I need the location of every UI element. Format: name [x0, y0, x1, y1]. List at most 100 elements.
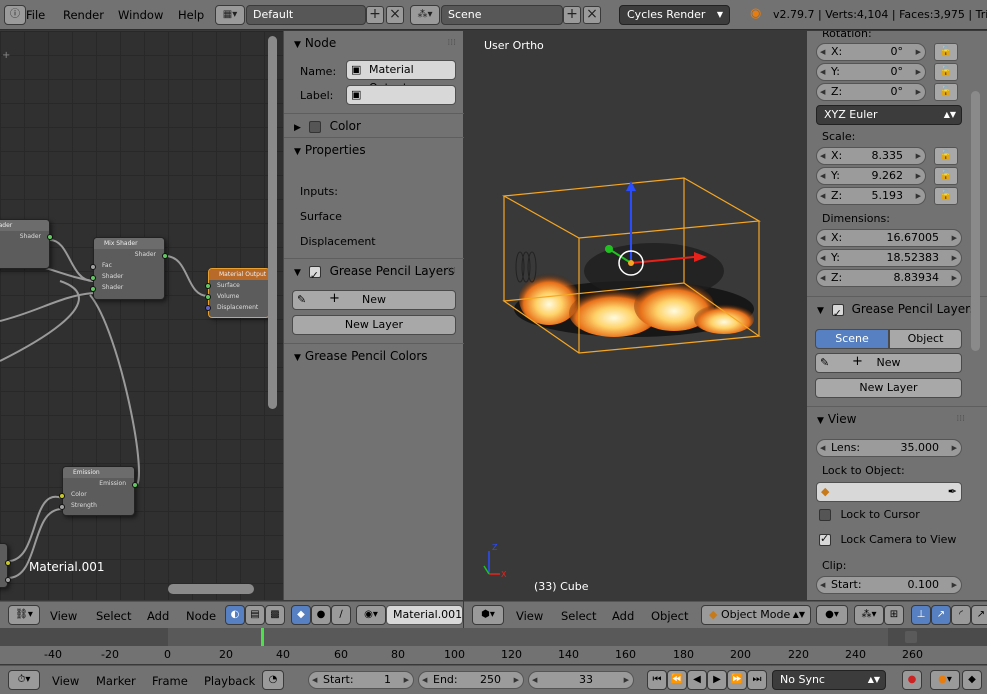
- lock-to-object-field[interactable]: ◆ ✒: [816, 482, 962, 502]
- clip-start-field[interactable]: ◀ Start: 0.100 ▶: [816, 576, 962, 594]
- scale-manipulator-icon[interactable]: ◜: [951, 605, 971, 625]
- name-field[interactable]: ▣ Material Output: [346, 60, 456, 94]
- properties-panel-header[interactable]: ▼ Properties: [284, 137, 464, 161]
- gp-new-button[interactable]: ✎ + New: [292, 290, 456, 310]
- remove-scene-button[interactable]: ×: [583, 6, 601, 24]
- menu-window[interactable]: Window: [118, 8, 163, 22]
- editor-type-icon[interactable]: ⬢▾: [472, 605, 504, 625]
- timeline-ruler[interactable]: [0, 646, 987, 664]
- menu-help[interactable]: Help: [178, 8, 204, 22]
- jump-start-icon[interactable]: ⏮: [647, 670, 667, 690]
- start-frame-field[interactable]: ◀ Start: 1 ▶: [308, 671, 414, 689]
- viewport-shading-icon[interactable]: ●▾: [816, 605, 848, 625]
- lock-icon[interactable]: 🔓: [934, 187, 958, 205]
- node-material-output[interactable]: Material Output Surface Volume Displacem…: [205, 268, 270, 318]
- render-engine-dropdown[interactable]: Cycles Render ▼: [619, 5, 730, 25]
- gp-layers-panel-header[interactable]: ▼ Grease Pencil Layers ⁞⁞⁞: [284, 258, 464, 288]
- vertical-scrollbar[interactable]: [971, 91, 980, 351]
- dimensions-y-field[interactable]: ◀ Y: 18.52383 ▶: [816, 249, 962, 267]
- gp-layers-panel-header[interactable]: ▼ Grease Pencil Layers: [807, 296, 987, 326]
- socket-output[interactable]: [5, 577, 11, 583]
- eyedropper-icon[interactable]: ✒: [948, 483, 957, 501]
- lock-to-cursor-row[interactable]: Lock to Cursor: [819, 508, 920, 521]
- menu-object[interactable]: Object: [651, 609, 688, 623]
- lock-to-cursor-checkbox[interactable]: [819, 509, 831, 521]
- scale-x-field[interactable]: ◀ X: 8.335 ▶: [816, 147, 926, 165]
- node-editor[interactable]: Shader Shader Mix Shader Shader Fac Shad…: [0, 31, 283, 600]
- keying-icon[interactable]: ●▾: [930, 670, 960, 690]
- dimensions-x-field[interactable]: ◀ X: 16.67005 ▶: [816, 229, 962, 247]
- rotate-manipulator-icon[interactable]: ↗: [931, 605, 951, 625]
- lens-field[interactable]: ◀ Lens: 35.000 ▶: [816, 439, 962, 457]
- transform-orientation-icon[interactable]: ↗: [971, 605, 987, 625]
- new-layer-button[interactable]: New Layer: [292, 315, 456, 335]
- world-shader-icon[interactable]: ●: [311, 605, 331, 625]
- menu-file[interactable]: File: [26, 8, 45, 22]
- color-checkbox[interactable]: [308, 120, 321, 133]
- sync-mode-dropdown[interactable]: No Sync ▲▼: [772, 670, 886, 690]
- gp-layers-checkbox[interactable]: [831, 302, 844, 326]
- add-layout-button[interactable]: +: [366, 6, 384, 24]
- socket-output[interactable]: [5, 560, 11, 566]
- dimensions-z-field[interactable]: ◀ Z: 8.83934 ▶: [816, 269, 962, 287]
- 3d-viewport[interactable]: User Ortho Z X (33) Cube: [464, 31, 807, 600]
- gp-layers-checkbox[interactable]: [308, 264, 321, 288]
- jump-keyframe-forward-icon[interactable]: ⏩: [727, 670, 747, 690]
- socket-input[interactable]: [205, 294, 211, 300]
- gp-object-tab[interactable]: Object: [889, 329, 962, 349]
- gp-new-button[interactable]: ✎ + New: [815, 353, 962, 373]
- view-panel-header[interactable]: ▼ View ⁞⁞⁞: [807, 406, 987, 430]
- lock-icon[interactable]: 🔓: [934, 83, 958, 101]
- menu-playback[interactable]: Playback: [204, 674, 255, 688]
- gp-colors-panel-header[interactable]: ▼ Grease Pencil Colors: [284, 343, 464, 367]
- lock-camera-row[interactable]: Lock Camera to View: [819, 532, 956, 546]
- drag-handle-icon[interactable]: ⁞⁞⁞: [447, 31, 456, 55]
- new-layer-button[interactable]: New Layer: [815, 378, 962, 398]
- rotation-mode-dropdown[interactable]: XYZ Euler ▲▼: [816, 105, 962, 125]
- editor-type-icon[interactable]: ⓘ: [4, 5, 26, 25]
- rotation-z-field[interactable]: ◀ Z: 0° ▶: [816, 83, 926, 101]
- menu-node[interactable]: Node: [186, 609, 216, 623]
- menu-add[interactable]: Add: [147, 609, 169, 623]
- object-shader-icon[interactable]: ◆: [291, 605, 311, 625]
- material-browse-icon[interactable]: ◉▾: [356, 605, 386, 625]
- composite-nodes-icon[interactable]: ▤: [245, 605, 265, 625]
- keyframe-icon[interactable]: ◆: [962, 670, 982, 690]
- socket-input[interactable]: [90, 286, 96, 292]
- scene-icon[interactable]: ⁂▾: [410, 5, 440, 25]
- timeline-corner-button[interactable]: [905, 631, 917, 643]
- gp-scene-tab[interactable]: Scene: [815, 329, 889, 349]
- end-frame-field[interactable]: ◀ End: 250 ▶: [418, 671, 524, 689]
- node-panel-header[interactable]: ▼ Node ⁞⁞⁞: [284, 31, 464, 55]
- node-partial[interactable]: [0, 543, 11, 588]
- scale-z-field[interactable]: ◀ Z: 5.193 ▶: [816, 187, 926, 205]
- jump-end-icon[interactable]: ⏭: [747, 670, 767, 690]
- translate-manipulator-icon[interactable]: ⊥: [911, 605, 931, 625]
- screen-layout-field[interactable]: Default: [246, 5, 366, 25]
- socket-output[interactable]: [47, 234, 53, 240]
- label-field[interactable]: ▣: [346, 85, 456, 105]
- socket-input[interactable]: [59, 493, 65, 499]
- record-icon[interactable]: ●: [902, 670, 922, 690]
- node-shader-left[interactable]: Shader Shader: [0, 219, 53, 269]
- timeline-area[interactable]: [0, 628, 987, 646]
- menu-select[interactable]: Select: [561, 609, 596, 623]
- horizontal-scrollbar[interactable]: [168, 584, 254, 594]
- menu-render[interactable]: Render: [63, 8, 104, 22]
- drag-handle-icon[interactable]: ⁞⁞⁞: [447, 259, 456, 283]
- scene-field[interactable]: Scene: [441, 5, 563, 25]
- menu-add[interactable]: Add: [612, 609, 634, 623]
- menu-view[interactable]: View: [52, 674, 79, 688]
- menu-select[interactable]: Select: [96, 609, 131, 623]
- current-frame-marker[interactable]: [261, 628, 264, 646]
- play-icon[interactable]: ▶: [707, 670, 727, 690]
- lock-icon[interactable]: 🔓: [934, 167, 958, 185]
- plus-icon[interactable]: +: [2, 51, 12, 61]
- menu-frame[interactable]: Frame: [152, 674, 188, 688]
- socket-output[interactable]: [162, 253, 168, 259]
- lock-icon[interactable]: 🔓: [934, 43, 958, 61]
- socket-input[interactable]: [90, 264, 96, 270]
- line-style-icon[interactable]: ∕: [331, 605, 351, 625]
- menu-marker[interactable]: Marker: [96, 674, 136, 688]
- jump-keyframe-back-icon[interactable]: ⏪: [667, 670, 687, 690]
